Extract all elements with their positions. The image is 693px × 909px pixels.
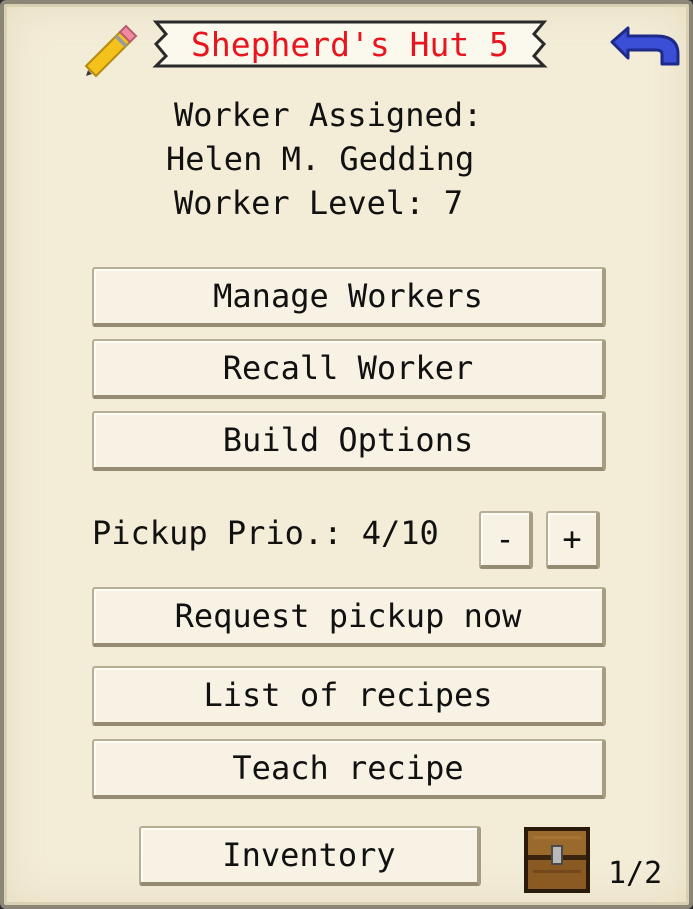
request-pickup-button[interactable]: Request pickup now (92, 587, 606, 647)
recall-worker-button[interactable]: Recall Worker (92, 339, 606, 399)
page-indicator: 1/2 (608, 856, 663, 891)
worker-name: Helen M. Gedding (166, 140, 475, 178)
pencil-icon[interactable] (80, 20, 138, 78)
priority-increase-button[interactable]: + (546, 511, 600, 569)
hut-window-panel: Shepherd's Hut 5 Worker Assigned: Helen … (0, 0, 693, 909)
title-banner: Shepherd's Hut 5 (146, 16, 554, 72)
teach-recipe-button[interactable]: Teach recipe (92, 739, 606, 799)
priority-decrease-button[interactable]: - (479, 511, 533, 569)
chest-icon[interactable] (523, 826, 591, 894)
worker-level: Worker Level: 7 (174, 184, 463, 222)
window-title: Shepherd's Hut 5 (191, 24, 509, 64)
pickup-priority-label: Pickup Prio.: 4/10 (92, 514, 439, 552)
list-recipes-button[interactable]: List of recipes (92, 666, 606, 726)
build-options-button[interactable]: Build Options (92, 411, 606, 471)
manage-workers-button[interactable]: Manage Workers (92, 267, 606, 327)
worker-assigned-label: Worker Assigned: (174, 96, 483, 134)
inventory-button[interactable]: Inventory (139, 826, 481, 886)
undo-arrow-icon[interactable] (604, 20, 684, 68)
